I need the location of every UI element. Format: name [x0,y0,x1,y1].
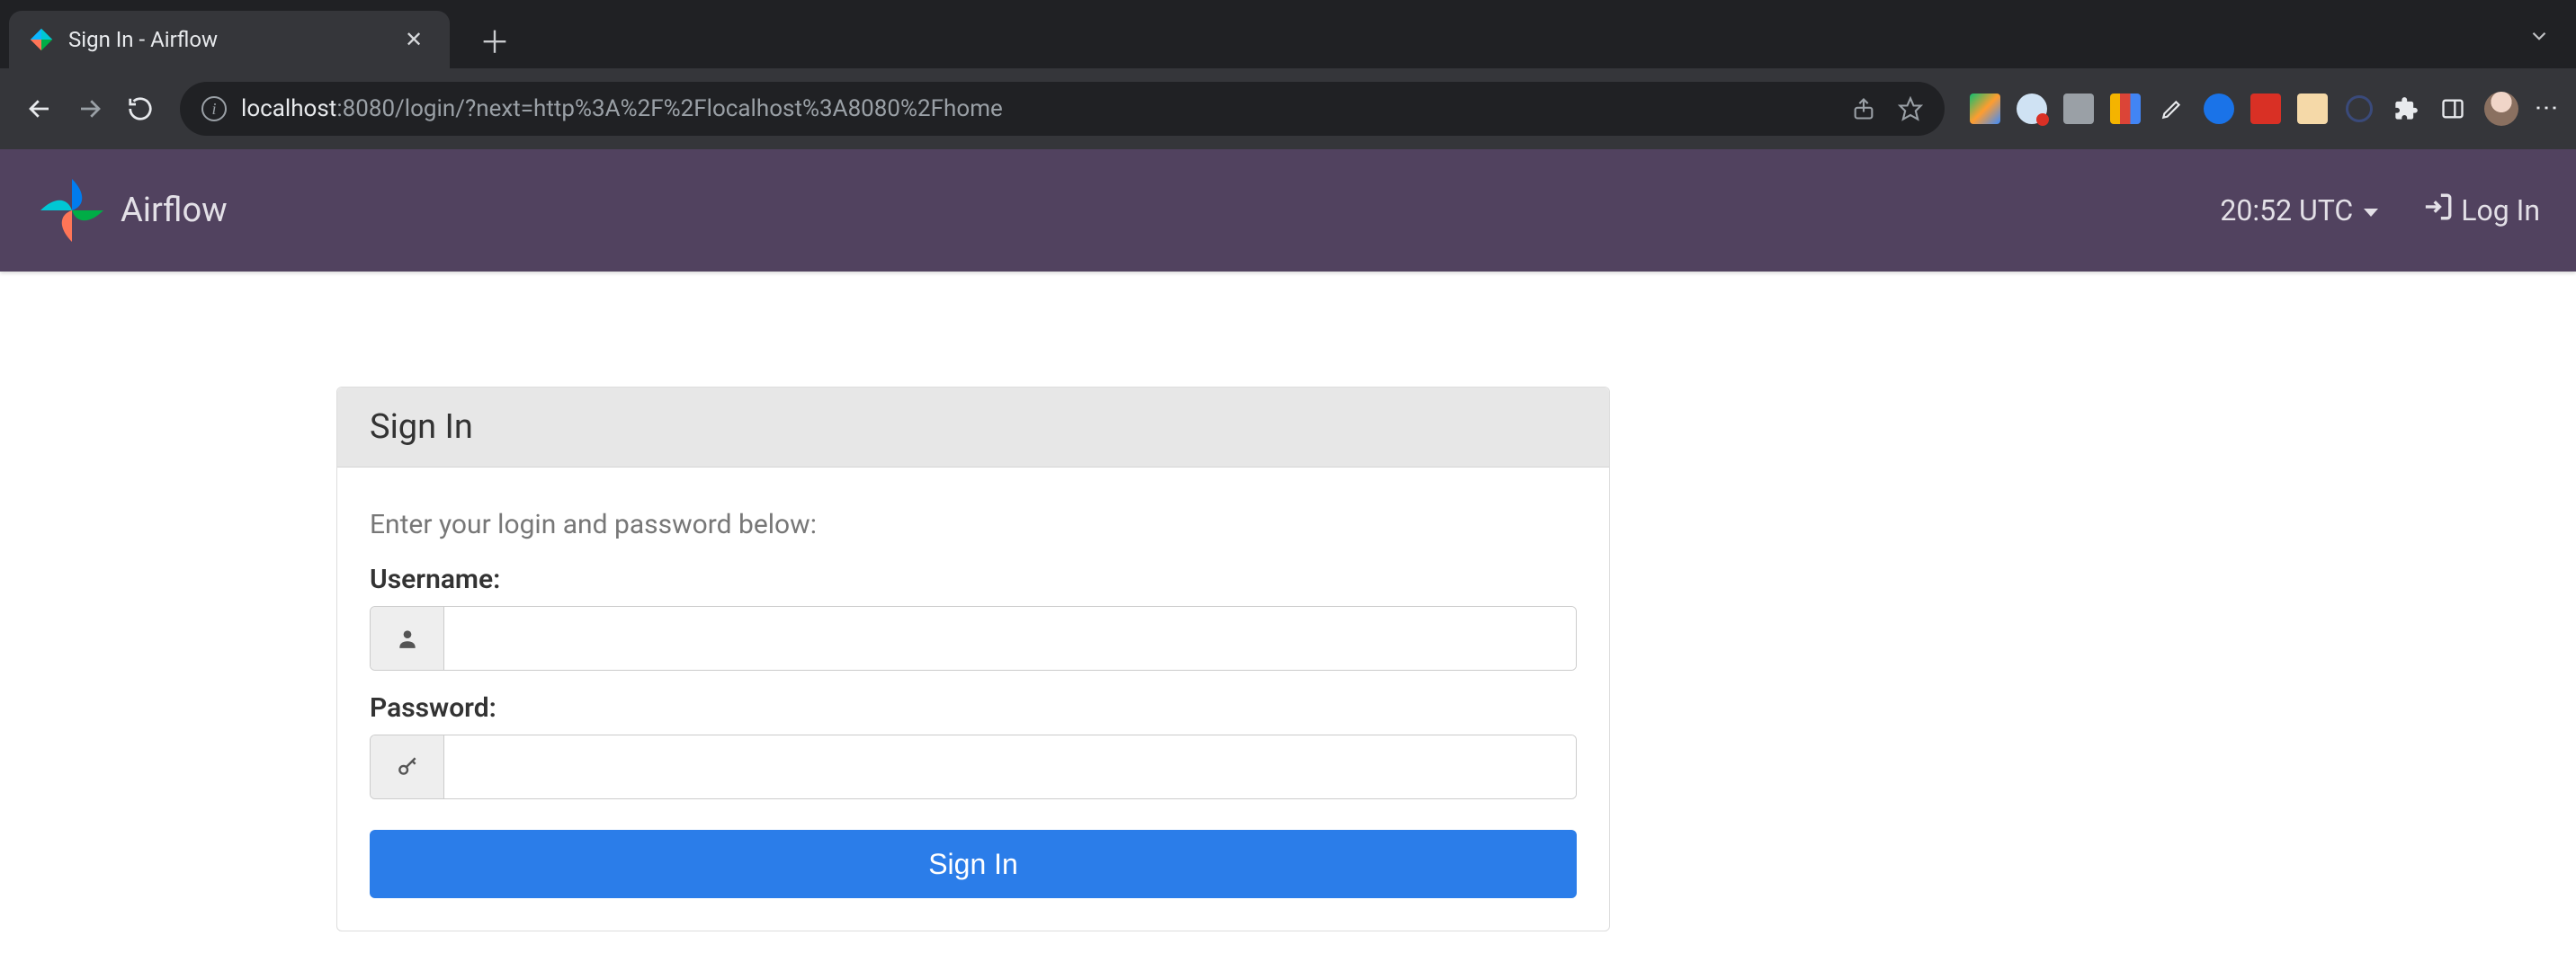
extensions-menu-icon[interactable] [2391,94,2421,124]
signin-button[interactable]: Sign In [370,830,1577,898]
new-tab-button[interactable]: ＋ [477,22,513,58]
side-panel-icon[interactable] [2437,94,2468,124]
username-label: Username: [370,564,1577,595]
extension-icon[interactable] [2204,94,2234,124]
clock-text: 20:52 UTC [2220,193,2353,227]
chrome-menu-icon[interactable]: ⋮ [2535,96,2558,121]
extension-icon[interactable] [2017,94,2047,124]
password-input[interactable] [444,735,1576,798]
browser-chrome: Sign In - Airflow ✕ ＋ i localhost:8080/l… [0,0,2576,149]
extension-icon[interactable] [1970,94,2000,124]
login-link-label: Log In [2461,193,2540,227]
login-icon [2423,192,2454,229]
username-input-group [370,606,1577,671]
panel-title: Sign In [337,388,1609,468]
tab-overflow-icon[interactable] [2527,24,2558,53]
brand-link[interactable]: Airflow [36,174,228,246]
extensions-row: ⋮ [1963,92,2558,126]
extension-icon[interactable] [2297,94,2328,124]
share-icon[interactable] [1851,96,1876,121]
airflow-icon [29,27,54,52]
navbar-right: 20:52 UTC Log In [2220,192,2540,229]
password-input-group [370,735,1577,799]
extension-icon[interactable] [2110,94,2141,124]
close-icon[interactable]: ✕ [401,27,426,52]
airflow-logo-icon [36,174,108,246]
omnibox-actions [1851,96,1923,121]
clock-dropdown[interactable]: 20:52 UTC [2220,193,2378,227]
site-info-icon[interactable]: i [201,96,227,121]
chevron-down-icon [2364,209,2378,217]
airflow-navbar: Airflow 20:52 UTC Log In [0,149,2576,272]
extension-icon[interactable] [2344,94,2375,124]
signin-panel: Sign In Enter your login and password be… [336,387,1610,931]
username-input[interactable] [444,607,1576,670]
url-text: localhost:8080/login/?next=http%3A%2F%2F… [241,95,1837,122]
page-content: Sign In Enter your login and password be… [0,272,2576,931]
login-link[interactable]: Log In [2423,192,2540,229]
bookmark-icon[interactable] [1898,96,1923,121]
instructions-text: Enter your login and password below: [370,509,1577,540]
user-icon [371,607,444,670]
back-button[interactable] [18,87,61,130]
browser-tab[interactable]: Sign In - Airflow ✕ [9,11,450,68]
address-bar[interactable]: i localhost:8080/login/?next=http%3A%2F%… [180,82,1945,136]
tab-strip: Sign In - Airflow ✕ ＋ [0,0,2576,68]
extension-icon[interactable] [2250,94,2281,124]
reload-button[interactable] [119,87,162,130]
tab-title: Sign In - Airflow [68,27,387,52]
browser-toolbar: i localhost:8080/login/?next=http%3A%2F%… [0,68,2576,149]
brand-text: Airflow [121,191,228,230]
profile-avatar[interactable] [2484,92,2518,126]
extension-icon[interactable] [2157,94,2187,124]
password-label: Password: [370,692,1577,724]
forward-button[interactable] [68,87,112,130]
key-icon [371,735,444,798]
extension-icon[interactable] [2063,94,2094,124]
